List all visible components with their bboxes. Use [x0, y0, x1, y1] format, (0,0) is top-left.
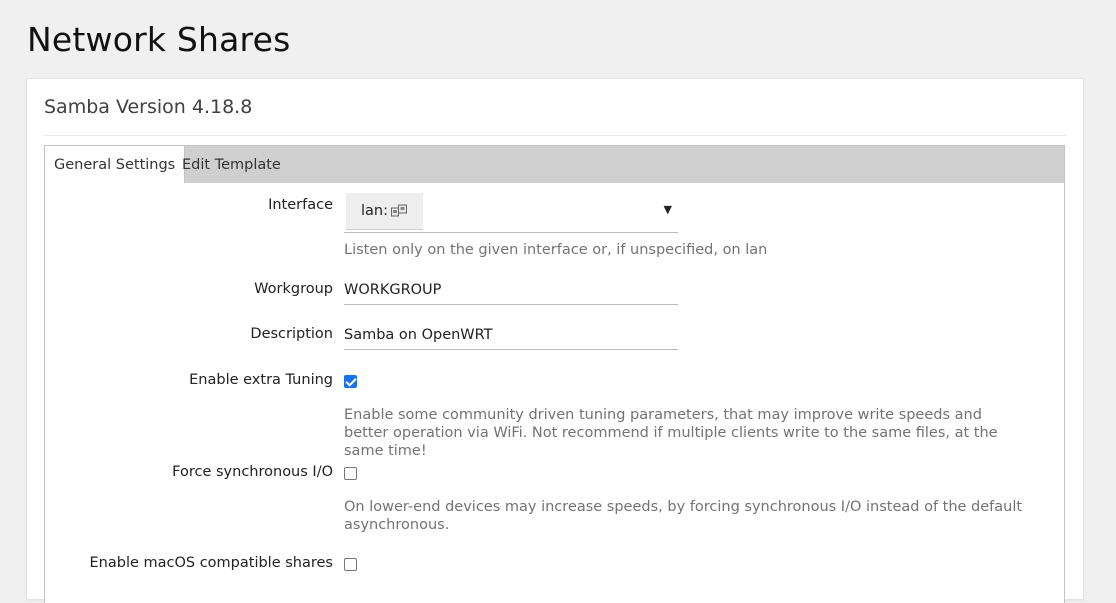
force-sync-help: On lower-end devices may increase speeds… [344, 499, 1023, 533]
interface-selected-chip[interactable]: lan: [346, 193, 423, 230]
chevron-down-icon[interactable]: ▼ [664, 203, 672, 216]
general-settings-panel: Interface lan: ▼ Listen only on the give… [44, 183, 1065, 603]
network-ports-icon [391, 204, 407, 217]
tab-general-settings[interactable]: General Settings [45, 146, 186, 184]
workgroup-label: Workgroup [254, 281, 333, 297]
tab-bar: General Settings Edit Template [44, 145, 1065, 185]
macos-shares-label: Enable macOS compatible shares [89, 555, 334, 571]
page-title: Network Shares [27, 20, 291, 59]
description-input[interactable] [344, 320, 678, 350]
divider [44, 135, 1066, 136]
force-sync-checkbox[interactable] [344, 467, 357, 480]
description-label: Description [250, 326, 333, 342]
card-title: Samba Version 4.18.8 [44, 96, 253, 118]
extra-tuning-help: Enable some community driven tuning para… [344, 407, 998, 459]
interface-help: Listen only on the given interface or, i… [344, 242, 768, 258]
macos-shares-checkbox[interactable] [344, 558, 357, 571]
interface-selected-value: lan: [361, 203, 388, 219]
force-sync-label: Force synchronous I/O [172, 464, 333, 480]
settings-card: Samba Version 4.18.8 General Settings Ed… [26, 78, 1084, 603]
workgroup-input[interactable] [344, 275, 678, 305]
interface-label: Interface [268, 197, 333, 213]
extra-tuning-label: Enable extra Tuning [189, 372, 333, 388]
interface-select[interactable]: lan: ▼ [344, 191, 678, 233]
tab-edit-template[interactable]: Edit Template [173, 146, 290, 184]
extra-tuning-checkbox[interactable] [344, 375, 357, 388]
